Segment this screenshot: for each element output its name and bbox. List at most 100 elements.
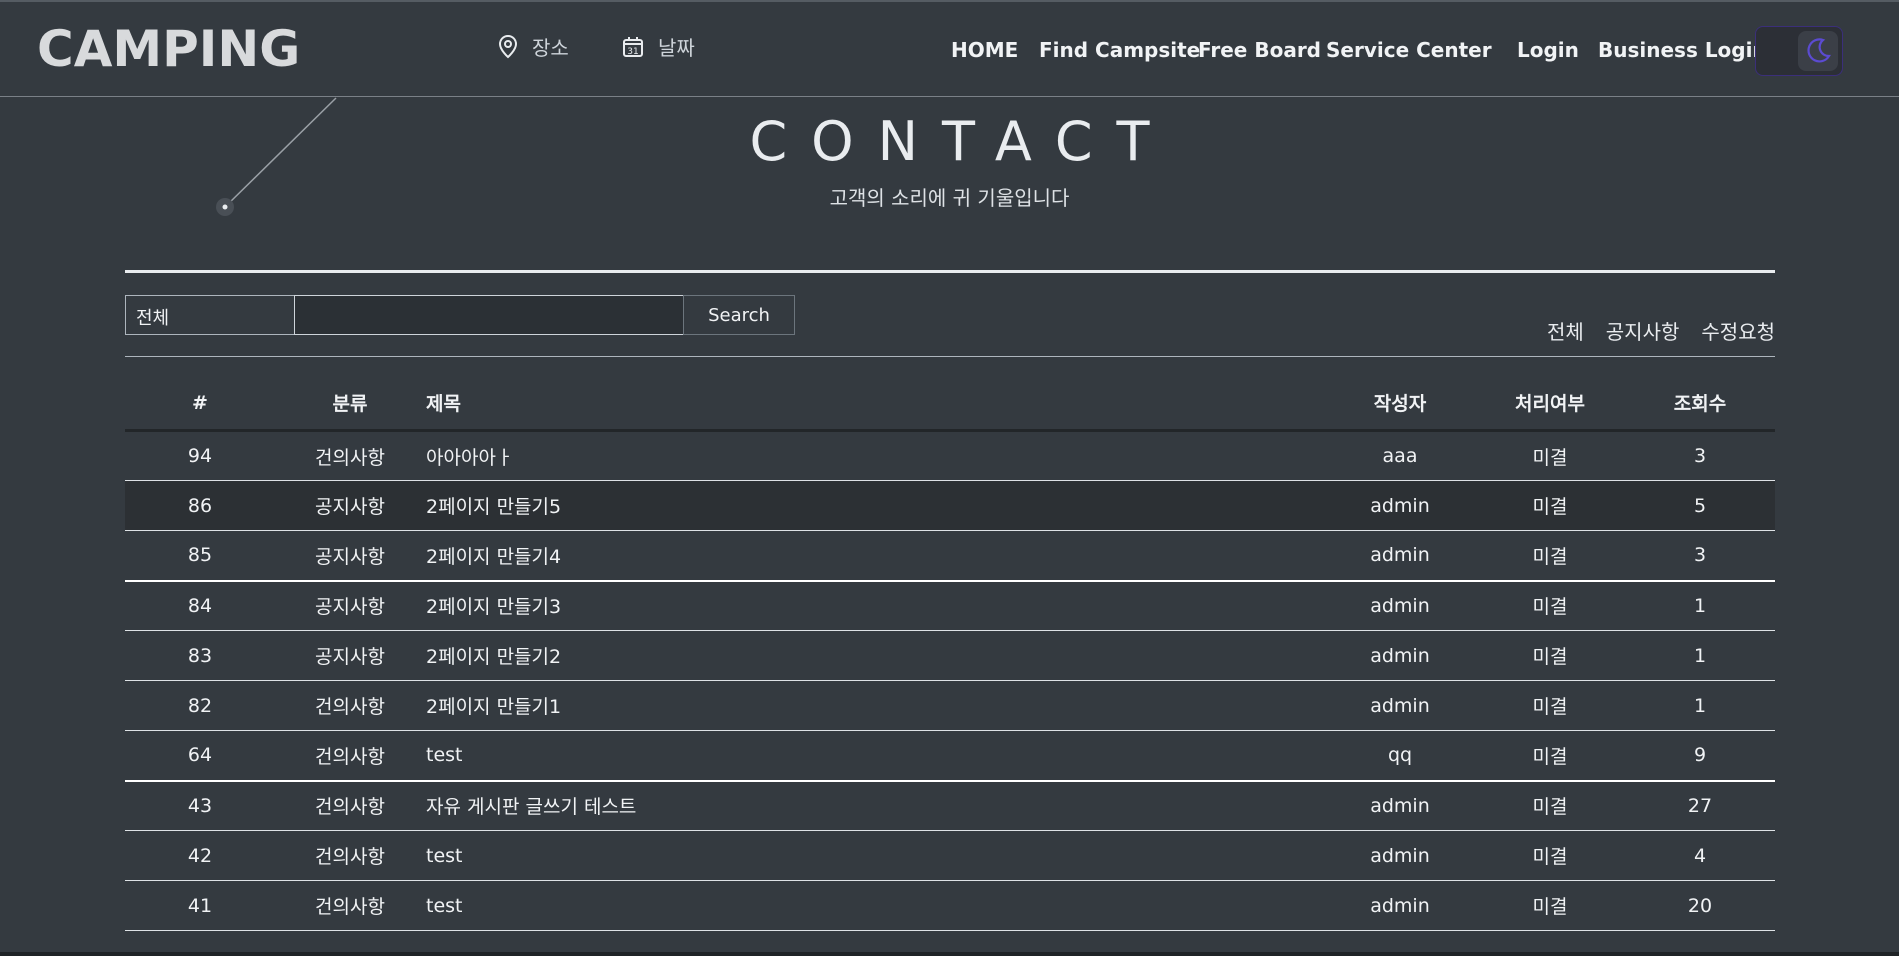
- filter-all[interactable]: 전체: [1547, 316, 1584, 345]
- page-title: CONTACT: [749, 110, 1174, 173]
- row-category: 공지사항: [275, 580, 425, 631]
- table-row[interactable]: 86 공지사항 2페이지 만들기5 admin 미결 5: [125, 480, 1775, 531]
- header-author: 작성자: [1325, 376, 1475, 432]
- row-views: 9: [1625, 730, 1775, 782]
- filter-edit-request[interactable]: 수정요청: [1701, 316, 1775, 345]
- row-status: 미결: [1475, 730, 1625, 782]
- search-button[interactable]: Search: [683, 295, 795, 335]
- filter-notice[interactable]: 공지사항: [1606, 316, 1680, 345]
- row-category: 공지사항: [275, 630, 425, 681]
- row-category: 건의사항: [275, 730, 425, 782]
- row-views: 1: [1625, 580, 1775, 631]
- row-views: 4: [1625, 830, 1775, 881]
- theme-toggle-knob: [1798, 31, 1838, 71]
- row-number: 85: [125, 530, 275, 582]
- row-author: admin: [1325, 880, 1475, 931]
- row-status: 미결: [1475, 630, 1625, 681]
- login-link[interactable]: Login: [1517, 38, 1579, 62]
- filter-divider: [125, 356, 1775, 357]
- row-status: 미결: [1475, 430, 1625, 481]
- row-views: 20: [1625, 880, 1775, 931]
- date-search[interactable]: 31 날짜: [622, 32, 695, 61]
- row-views: 27: [1625, 780, 1775, 831]
- row-title[interactable]: test: [425, 830, 1325, 881]
- row-title[interactable]: test: [425, 880, 1325, 931]
- row-title[interactable]: 2페이지 만들기5: [425, 480, 1325, 531]
- board-filter-tabs: 전체 공지사항 수정요청: [1547, 316, 1775, 345]
- header-category: 분류: [275, 376, 425, 432]
- row-title[interactable]: 자유 게시판 글쓰기 테스트: [425, 780, 1325, 831]
- bottom-edge: [0, 952, 1899, 956]
- row-category: 건의사항: [275, 830, 425, 881]
- row-author: admin: [1325, 830, 1475, 881]
- row-author: qq: [1325, 730, 1475, 782]
- row-status: 미결: [1475, 530, 1625, 582]
- category-select[interactable]: 전체: [125, 295, 295, 335]
- row-author: aaa: [1325, 430, 1475, 481]
- row-title[interactable]: 2페이지 만들기1: [425, 680, 1325, 731]
- place-search-label: 장소: [532, 36, 569, 60]
- table-row[interactable]: 85 공지사항 2페이지 만들기4 admin 미결 3: [125, 530, 1775, 582]
- theme-toggle[interactable]: [1755, 26, 1843, 76]
- svg-text:31: 31: [627, 47, 638, 57]
- calendar-icon: 31: [623, 36, 643, 57]
- row-number: 86: [125, 480, 275, 531]
- row-author: admin: [1325, 480, 1475, 531]
- table-row[interactable]: 82 건의사항 2페이지 만들기1 admin 미결 1: [125, 680, 1775, 731]
- row-category: 공지사항: [275, 530, 425, 582]
- row-number: 82: [125, 680, 275, 731]
- row-views: 1: [1625, 680, 1775, 731]
- row-status: 미결: [1475, 880, 1625, 931]
- row-status: 미결: [1475, 680, 1625, 731]
- header-title: 제목: [425, 376, 1325, 432]
- row-number: 83: [125, 630, 275, 681]
- header-status: 처리여부: [1475, 376, 1625, 432]
- row-category: 건의사항: [275, 430, 425, 481]
- date-search-label: 날짜: [658, 36, 695, 60]
- row-number: 64: [125, 730, 275, 782]
- table-row[interactable]: 42 건의사항 test admin 미결 4: [125, 830, 1775, 881]
- row-title[interactable]: 2페이지 만들기4: [425, 530, 1325, 582]
- table-row[interactable]: 43 건의사항 자유 게시판 글쓰기 테스트 admin 미결 27: [125, 780, 1775, 831]
- table-row[interactable]: 83 공지사항 2페이지 만들기2 admin 미결 1: [125, 630, 1775, 681]
- row-title[interactable]: test: [425, 730, 1325, 782]
- row-author: admin: [1325, 630, 1475, 681]
- table-row[interactable]: 84 공지사항 2페이지 만들기3 admin 미결 1: [125, 580, 1775, 631]
- header-number: #: [125, 376, 275, 432]
- search-input[interactable]: [294, 295, 684, 335]
- row-views: 3: [1625, 530, 1775, 582]
- section-divider: [125, 270, 1775, 273]
- table-row[interactable]: 41 건의사항 test admin 미결 20: [125, 880, 1775, 931]
- row-views: 3: [1625, 430, 1775, 481]
- row-number: 42: [125, 830, 275, 881]
- row-category: 건의사항: [275, 780, 425, 831]
- row-status: 미결: [1475, 580, 1625, 631]
- row-status: 미결: [1475, 830, 1625, 881]
- nav-service-center[interactable]: Service Center: [1326, 38, 1492, 62]
- row-author: admin: [1325, 530, 1475, 582]
- nav-home[interactable]: HOME: [951, 38, 1018, 62]
- nav-free-board[interactable]: Free Board: [1198, 38, 1321, 62]
- row-category: 건의사항: [275, 880, 425, 931]
- row-author: admin: [1325, 780, 1475, 831]
- row-number: 43: [125, 780, 275, 831]
- moon-icon: [1807, 38, 1831, 63]
- table-header-row: # 분류 제목 작성자 처리여부 조회수: [125, 376, 1775, 432]
- row-category: 공지사항: [275, 480, 425, 531]
- row-category: 건의사항: [275, 680, 425, 731]
- place-search[interactable]: 장소: [498, 32, 569, 61]
- nav-find-campsite[interactable]: Find Campsite: [1039, 38, 1200, 62]
- table-row[interactable]: 64 건의사항 test qq 미결 9: [125, 730, 1775, 782]
- page-subtitle: 고객의 소리에 귀 기울입니다: [829, 186, 1070, 210]
- row-title[interactable]: 2페이지 만들기2: [425, 630, 1325, 681]
- board-table: # 분류 제목 작성자 처리여부 조회수 94 건의사항 아아아아ㅏ aaa 미결 3 86…: [125, 376, 1775, 931]
- business-login-link[interactable]: Business Login: [1598, 38, 1767, 62]
- row-title[interactable]: 2페이지 만들기3: [425, 580, 1325, 631]
- row-number: 94: [125, 430, 275, 481]
- row-author: admin: [1325, 680, 1475, 731]
- row-number: 84: [125, 580, 275, 631]
- table-row[interactable]: 94 건의사항 아아아아ㅏ aaa 미결 3: [125, 430, 1775, 481]
- row-number: 41: [125, 880, 275, 931]
- row-title[interactable]: 아아아아ㅏ: [425, 430, 1325, 481]
- row-status: 미결: [1475, 780, 1625, 831]
